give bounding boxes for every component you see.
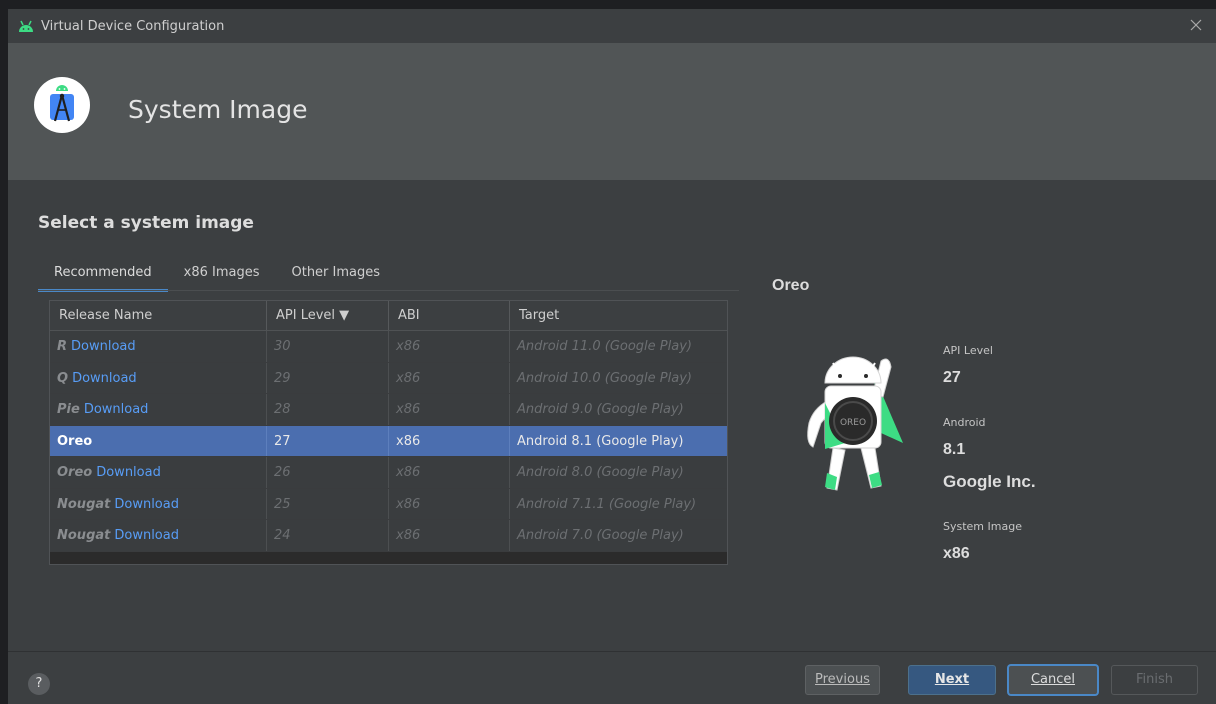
table-row[interactable]: Pie Download 28 x86 Android 9.0 (Google P… xyxy=(50,394,727,426)
table-row[interactable]: R Download 30 x86 Android 11.0 (Google Pl… xyxy=(50,331,727,363)
release-name-cell: Oreo Download xyxy=(50,457,267,488)
tabs-divider xyxy=(38,290,739,291)
next-button[interactable]: Next xyxy=(908,665,996,695)
finish-label: Finish xyxy=(1135,672,1173,687)
api-level-cell: 29 xyxy=(267,362,389,393)
release-name: Nougat xyxy=(57,528,111,543)
download-link[interactable]: Download xyxy=(84,402,149,417)
title-bar: Virtual Device Configuration xyxy=(8,9,1216,43)
release-name-cell: Pie Download xyxy=(50,394,267,425)
table-row[interactable]: Nougat Download 24 x86 Android 7.0 (Googl… xyxy=(50,520,727,552)
table-header: Release Name API Level ▼ ABI Target xyxy=(50,301,727,331)
release-name-cell: Oreo xyxy=(50,425,267,456)
target-cell: Android 11.0 (Google Play) xyxy=(517,339,692,354)
api-level-label: API Level xyxy=(943,344,993,357)
svg-text:OREO: OREO xyxy=(840,418,866,428)
release-name-cell: Nougat Download xyxy=(50,520,267,551)
detail-title: Oreo xyxy=(772,277,810,294)
target-cell: Android 10.0 (Google Play) xyxy=(517,370,692,386)
cancel-button[interactable]: Cancel xyxy=(1008,665,1098,695)
abi-cell: x86 xyxy=(389,425,510,456)
window-title: Virtual Device Configuration xyxy=(41,18,225,34)
column-release-name[interactable]: Release Name xyxy=(50,301,267,330)
table-row[interactable]: Nougat Download 25 x86 Android 7.1.1 (Goo… xyxy=(50,488,727,520)
release-name: Nougat xyxy=(57,496,111,512)
download-link[interactable]: Download xyxy=(72,371,137,386)
download-link[interactable]: Download xyxy=(114,497,179,512)
download-link[interactable]: Download xyxy=(114,528,179,543)
vendor-value: Google Inc. xyxy=(943,472,1036,491)
target-cell: Android 7.1.1 (Google Play) xyxy=(517,496,697,512)
api-level-cell: 24 xyxy=(267,520,389,551)
abi-cell: x86 xyxy=(389,362,510,393)
tab-x86-images[interactable]: x86 Images xyxy=(168,262,276,292)
abi-cell: x86 xyxy=(389,457,510,488)
tab-other-images[interactable]: Other Images xyxy=(275,262,396,292)
target-cell: Android 8.1 (Google Play) xyxy=(517,433,684,449)
target-cell: Android 7.0 (Google Play) xyxy=(517,528,684,543)
system-image-table: Release Name API Level ▼ ABI Target R Dow… xyxy=(49,300,728,565)
release-name-cell: Nougat Download xyxy=(50,488,267,519)
finish-button[interactable]: Finish xyxy=(1111,665,1198,695)
close-icon[interactable] xyxy=(1188,17,1204,33)
table-row[interactable]: Q Download 29 x86 Android 10.0 (Google Pl… xyxy=(50,362,727,394)
android-studio-logo xyxy=(34,77,90,133)
previous-label: Previous xyxy=(815,672,870,687)
api-level-cell: 27 xyxy=(267,425,389,456)
column-target[interactable]: Target xyxy=(510,301,727,330)
help-button[interactable]: ? xyxy=(28,673,50,695)
release-name: Oreo xyxy=(57,465,93,480)
table-row-selected[interactable]: Oreo 27 x86 Android 8.1 (Google Play) xyxy=(50,425,727,457)
api-level-cell: 26 xyxy=(267,457,389,488)
target-cell: Android 9.0 (Google Play) xyxy=(517,402,684,417)
abi-cell: x86 xyxy=(389,520,510,551)
release-name: Pie xyxy=(57,402,80,417)
android-oreo-mascot-icon: OREO xyxy=(807,356,903,491)
system-image-value: x86 xyxy=(943,545,970,562)
download-link[interactable]: Download xyxy=(96,465,161,480)
api-level-cell: 30 xyxy=(267,331,389,362)
android-version-value: 8.1 xyxy=(943,441,966,458)
download-link[interactable]: Download xyxy=(71,339,136,354)
api-level-cell: 25 xyxy=(267,488,389,519)
abi-cell: x86 xyxy=(389,488,510,519)
image-tabs: Recommended x86 Images Other Images xyxy=(38,262,396,292)
abi-cell: x86 xyxy=(389,394,510,425)
release-name-cell: R Download xyxy=(50,331,267,362)
release-name: Q xyxy=(57,370,69,386)
column-api-level[interactable]: API Level ▼ xyxy=(267,301,389,330)
wizard-header: System Image xyxy=(8,43,1216,180)
abi-cell: x86 xyxy=(389,331,510,362)
section-title: Select a system image xyxy=(38,213,254,233)
release-name: R xyxy=(57,339,68,354)
cancel-label: Cancel xyxy=(1030,672,1076,687)
footer-divider xyxy=(8,651,1216,652)
api-level-value: 27 xyxy=(943,369,961,386)
page-title: System Image xyxy=(128,95,308,124)
target-cell: Android 8.0 (Google Play) xyxy=(517,465,684,480)
system-image-label: System Image xyxy=(943,520,1022,533)
api-level-cell: 28 xyxy=(267,394,389,425)
next-label: Next xyxy=(934,672,970,687)
release-name-cell: Q Download xyxy=(50,362,267,393)
tab-recommended[interactable]: Recommended xyxy=(38,262,168,292)
table-row[interactable]: Oreo Download 26 x86 Android 8.0 (Google … xyxy=(50,457,727,489)
dialog-window: Virtual Device Configuration System Imag… xyxy=(8,9,1216,704)
previous-button[interactable]: Previous xyxy=(805,665,880,695)
android-studio-icon xyxy=(19,20,33,32)
android-label: Android xyxy=(943,416,986,429)
column-abi[interactable]: ABI xyxy=(389,301,510,330)
release-name: Oreo xyxy=(57,433,93,449)
